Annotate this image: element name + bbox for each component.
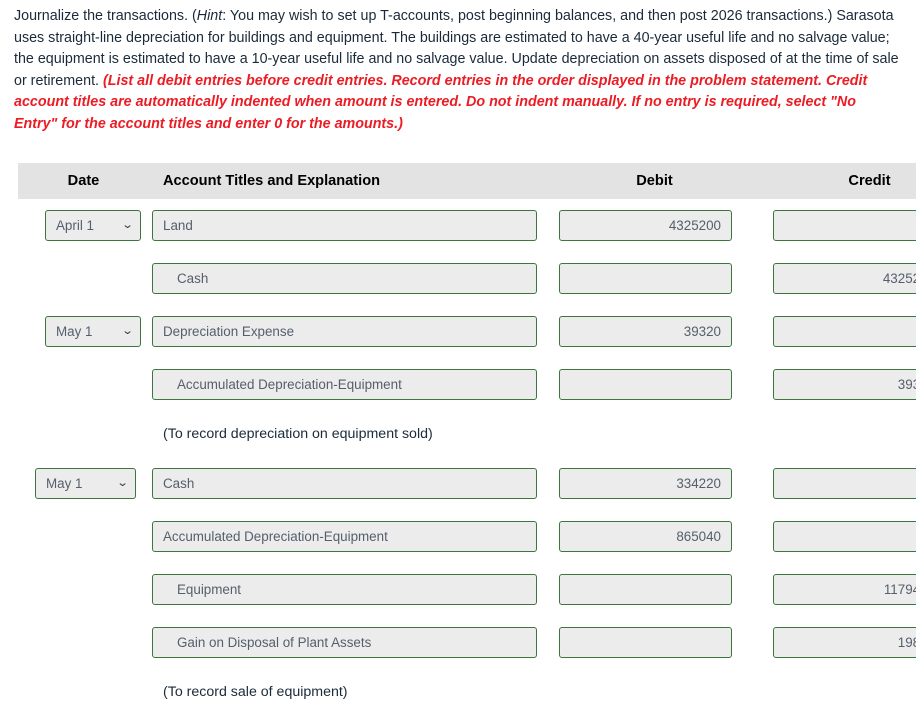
account-title-input[interactable]: Equipment: [152, 574, 537, 605]
cell-credit: 1179400: [762, 574, 916, 605]
table-row: Cash 4325200: [18, 252, 916, 305]
cell-credit: 39320: [762, 369, 916, 400]
cell-date: May 1 ⌄: [18, 316, 149, 347]
cell-account: Cash: [149, 468, 547, 499]
table-row: April 1 ⌄ Land 4325200: [18, 199, 916, 252]
date-select-3[interactable]: May 1 ⌄: [35, 468, 136, 499]
credit-amount-input[interactable]: [773, 210, 916, 241]
chevron-down-icon: ⌄: [121, 219, 134, 231]
cell-debit: 39320: [547, 316, 762, 347]
column-header-debit: Debit: [636, 173, 673, 189]
problem-statement: Journalize the transactions. (Hint: You …: [0, 0, 916, 135]
credit-amount-input[interactable]: 1179400: [773, 574, 916, 605]
credit-amount-input[interactable]: 39320: [773, 369, 916, 400]
credit-amount-input[interactable]: 19860: [773, 627, 916, 658]
cell-debit: [547, 369, 762, 400]
hint-label: Hint: [196, 8, 223, 24]
table-row: Equipment 1179400: [18, 563, 916, 616]
entry-caption: (To record depreciation on equipment sol…: [163, 426, 433, 442]
cell-account: Accumulated Depreciation-Equipment: [149, 521, 547, 552]
table-header-row: Date Account Titles and Explanation Debi…: [18, 163, 916, 199]
account-title-input[interactable]: Accumulated Depreciation-Equipment: [152, 369, 537, 400]
table-row: May 1 ⌄ Depreciation Expense 39320: [18, 305, 916, 358]
cell-account: Accumulated Depreciation-Equipment: [149, 369, 547, 400]
date-select-1[interactable]: April 1 ⌄: [45, 210, 141, 241]
table-row: Gain on Disposal of Plant Assets 19860: [18, 616, 916, 669]
date-select-value: May 1: [56, 324, 93, 339]
column-header-credit: Credit: [848, 173, 891, 189]
credit-amount-input[interactable]: [773, 521, 916, 552]
account-title-input[interactable]: Accumulated Depreciation-Equipment: [152, 521, 537, 552]
table-row: Accumulated Depreciation-Equipment 865040: [18, 510, 916, 563]
cell-credit: [762, 210, 916, 241]
debit-amount-input[interactable]: 39320: [559, 316, 732, 347]
journal-entry-table: Date Account Titles and Explanation Debi…: [18, 163, 916, 715]
debit-amount-input[interactable]: [559, 627, 732, 658]
cell-account: Gain on Disposal of Plant Assets: [149, 627, 547, 658]
credit-amount-input[interactable]: 4325200: [773, 263, 916, 294]
date-select-2[interactable]: May 1 ⌄: [45, 316, 141, 347]
cell-credit: [762, 521, 916, 552]
credit-amount-input[interactable]: [773, 468, 916, 499]
account-title-input[interactable]: Land: [152, 210, 537, 241]
date-select-value: May 1: [46, 476, 83, 491]
credit-amount-input[interactable]: [773, 316, 916, 347]
cell-date: May 1 ⌄: [18, 468, 149, 499]
cell-account: Equipment: [149, 574, 547, 605]
cell-debit: 4325200: [547, 210, 762, 241]
instruction-note: (List all debit entries before credit en…: [14, 72, 868, 132]
cell-credit: 19860: [762, 627, 916, 658]
account-title-input[interactable]: Gain on Disposal of Plant Assets: [152, 627, 537, 658]
debit-amount-input[interactable]: [559, 369, 732, 400]
debit-amount-input[interactable]: [559, 574, 732, 605]
date-select-value: April 1: [56, 218, 94, 233]
cell-account: Land: [149, 210, 547, 241]
column-header-date: Date: [67, 173, 100, 189]
cell-account: Cash: [149, 263, 547, 294]
entry-caption-row: (To record sale of equipment): [18, 669, 916, 715]
table-body: April 1 ⌄ Land 4325200 Cash 4325200 May 1 ⌄ Depr…: [18, 199, 916, 715]
problem-text-part1: Journalize the transactions. (: [14, 8, 197, 24]
entry-caption-row: (To record depreciation on equipment sol…: [18, 411, 916, 457]
chevron-down-icon: ⌄: [116, 477, 129, 489]
cell-date: April 1 ⌄: [18, 210, 149, 241]
account-title-input[interactable]: Cash: [152, 468, 537, 499]
table-row: Accumulated Depreciation-Equipment 39320: [18, 358, 916, 411]
cell-debit: 865040: [547, 521, 762, 552]
cell-debit: [547, 627, 762, 658]
cell-credit: [762, 316, 916, 347]
debit-amount-input[interactable]: 865040: [559, 521, 732, 552]
column-header-account: Account Titles and Explanation: [163, 173, 381, 189]
debit-amount-input[interactable]: 334220: [559, 468, 732, 499]
cell-debit: [547, 263, 762, 294]
cell-debit: 334220: [547, 468, 762, 499]
table-row: May 1 ⌄ Cash 334220: [18, 457, 916, 510]
account-title-input[interactable]: Depreciation Expense: [152, 316, 537, 347]
debit-amount-input[interactable]: 4325200: [559, 210, 732, 241]
cell-credit: [762, 468, 916, 499]
debit-amount-input[interactable]: [559, 263, 732, 294]
cell-credit: 4325200: [762, 263, 916, 294]
cell-account: Depreciation Expense: [149, 316, 547, 347]
account-title-input[interactable]: Cash: [152, 263, 537, 294]
entry-caption: (To record sale of equipment): [163, 684, 348, 700]
chevron-down-icon: ⌄: [121, 325, 134, 337]
cell-debit: [547, 574, 762, 605]
